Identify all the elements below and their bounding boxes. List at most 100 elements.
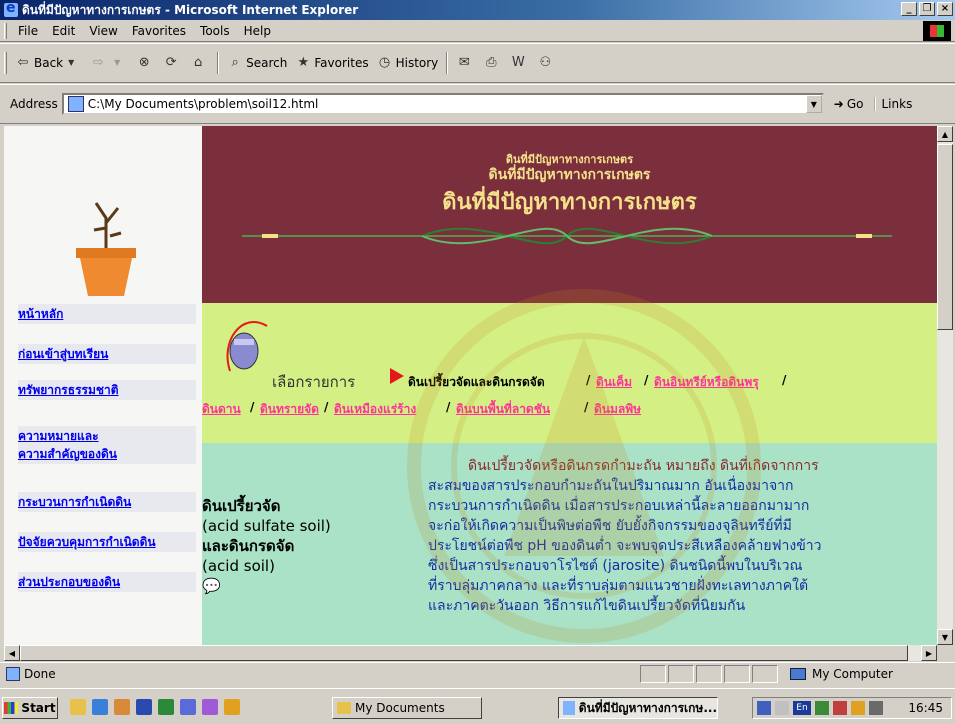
nav-before-lesson[interactable]: ก่อนเข้าสู่บทเรียน xyxy=(18,344,196,364)
tray-icon[interactable] xyxy=(851,701,865,715)
chevron-down-icon: ▼ xyxy=(68,58,75,67)
excel-icon[interactable] xyxy=(158,699,174,715)
topic-hardpan-soil[interactable]: ดินดาน xyxy=(202,400,241,419)
go-label: Go xyxy=(846,97,864,111)
stop-button[interactable]: ⊗ xyxy=(132,51,159,75)
menu-edit[interactable]: Edit xyxy=(45,24,82,38)
nav-natural-resources[interactable]: ทรัพยากรธรรมชาติ xyxy=(18,380,196,400)
history-icon: ◷ xyxy=(378,55,391,70)
task-ie-window[interactable]: ดินที่มีปัญหาทางการเกษ... xyxy=(558,697,718,719)
back-button[interactable]: ⇦ Back ▼ xyxy=(11,51,86,75)
windows-flag-icon xyxy=(4,702,19,714)
topic-separator: / xyxy=(446,400,451,414)
address-dropdown-icon[interactable]: ▼ xyxy=(805,95,822,113)
chevron-down-icon: ▼ xyxy=(114,58,121,67)
topic-slope-soil[interactable]: ดินบนพื้นที่ลาดชัน xyxy=(456,400,550,419)
topic-mine-soil[interactable]: ดินเหมืองแร่ร้าง xyxy=(334,400,416,419)
body-line: สะสมของสารประกอบกำมะถันในปริมาณมาก อันเน… xyxy=(428,478,794,494)
menu-help[interactable]: Help xyxy=(237,24,278,38)
tray-icon[interactable] xyxy=(833,701,847,715)
start-button[interactable]: Start xyxy=(2,697,58,719)
left-sidebar: หน้าหลัก ก่อนเข้าสู่บทเรียน ทรัพยากรธรรม… xyxy=(4,126,202,645)
ie-launch-icon[interactable] xyxy=(92,699,108,715)
scroll-up-icon[interactable]: ▲ xyxy=(937,126,953,142)
clock: 16:45 xyxy=(908,701,943,715)
outlook-icon[interactable] xyxy=(114,699,130,715)
topic-organic-soil[interactable]: ดินอินทรีย์หรือดินพรุ xyxy=(654,373,759,392)
links-button[interactable]: Links xyxy=(873,97,912,111)
home-button[interactable]: ⌂ xyxy=(186,51,213,75)
scroll-down-icon[interactable]: ▼ xyxy=(937,629,953,645)
title-bar: ดินที่มีปัญหาทางการเกษตร - Microsoft Int… xyxy=(0,0,955,20)
mail-button[interactable]: ✉ xyxy=(452,51,479,75)
go-arrow-icon: ➜ xyxy=(833,97,844,111)
language-indicator[interactable]: En xyxy=(793,701,811,715)
plant-pot-image xyxy=(76,202,136,296)
maximize-button[interactable]: ❐ xyxy=(919,2,935,16)
history-button[interactable]: ◷ History xyxy=(373,51,443,75)
close-button[interactable]: × xyxy=(937,2,953,16)
desktop-icon[interactable] xyxy=(70,699,86,715)
refresh-button[interactable]: ⟳ xyxy=(159,51,186,75)
volume-icon[interactable] xyxy=(775,701,789,715)
toolbar-separator xyxy=(217,52,220,74)
horizontal-scroll-thumb[interactable] xyxy=(20,645,908,661)
nav-soil-components[interactable]: ส่วนประกอบของดิน xyxy=(18,572,196,592)
tray-icon[interactable] xyxy=(815,701,829,715)
task-my-documents[interactable]: My Documents xyxy=(332,697,482,719)
scroll-left-icon[interactable]: ◀ xyxy=(4,645,20,661)
media-icon[interactable] xyxy=(224,699,240,715)
nav-soil-formation[interactable]: กระบวนการกำเนิดดิน xyxy=(18,492,196,512)
favorites-button[interactable]: ★ Favorites xyxy=(291,51,372,75)
edit-button[interactable]: W xyxy=(506,51,533,75)
tray-icon[interactable] xyxy=(869,701,883,715)
vertical-scroll-thumb[interactable] xyxy=(937,144,953,330)
messenger-icon: ⚇ xyxy=(539,55,552,70)
messenger-button[interactable]: ⚇ xyxy=(533,51,560,75)
topic-polluted-soil[interactable]: ดินมลพิษ xyxy=(594,400,641,419)
scroll-right-icon[interactable]: ▶ xyxy=(921,645,937,661)
menu-view[interactable]: View xyxy=(82,24,124,38)
ornament-divider xyxy=(242,227,892,245)
taskbar: Start My Documents ดินที่มีปัญหาทางการเก… xyxy=(0,688,955,724)
body-line: ซึ่งเป็นสารประกอบจาโรไซต์ (jarosite) ดิน… xyxy=(428,558,803,574)
go-button[interactable]: ➜ Go xyxy=(834,97,864,111)
status-done: Done xyxy=(24,666,56,681)
search-button[interactable]: ⌕ Search xyxy=(223,51,291,75)
minimize-button[interactable]: _ xyxy=(901,2,917,16)
tray-icon[interactable] xyxy=(757,701,771,715)
nav-meaning[interactable]: ความหมายและ xyxy=(18,426,196,446)
toolbar-separator xyxy=(446,52,449,74)
print-button[interactable]: ⎙ xyxy=(479,51,506,75)
current-topic: ดินเปรี้ยวจัดและดินกรดจัด xyxy=(408,375,545,389)
topic-sandy-soil[interactable]: ดินทรายจัด xyxy=(260,400,319,419)
topic-saline-soil[interactable]: ดินเค็ม xyxy=(596,373,632,392)
paint-icon[interactable] xyxy=(202,699,218,715)
word-icon[interactable] xyxy=(136,699,152,715)
vertical-scrollbar[interactable]: ▲ ▼ xyxy=(937,126,953,645)
soil-title-block: ดินเปรี้ยวจัด (acid sulfate soil) และดิน… xyxy=(202,496,331,596)
forward-button[interactable]: ⇨ ▼ xyxy=(86,51,132,75)
play-arrow-icon xyxy=(390,368,404,384)
menu-file[interactable]: File xyxy=(11,24,45,38)
nav-home[interactable]: หน้าหลัก xyxy=(18,304,196,324)
speech-bubble-icon[interactable]: 💬 xyxy=(202,576,331,596)
menu-favorites[interactable]: Favorites xyxy=(125,24,193,38)
security-zone: My Computer xyxy=(790,665,893,683)
address-input[interactable]: C:\My Documents\problem\soil12.html ▼ xyxy=(61,93,824,115)
nav-formation-factors[interactable]: ปัจจัยควบคุมการกำเนิดดิน xyxy=(18,532,196,552)
menu-tools[interactable]: Tools xyxy=(193,24,237,38)
history-label: History xyxy=(395,56,439,70)
nav-importance[interactable]: ความสำคัญของดิน xyxy=(18,444,196,464)
horizontal-scrollbar[interactable]: ◀ ▶ xyxy=(4,645,937,661)
window-title: ดินที่มีปัญหาทางการเกษตร - Microsoft Int… xyxy=(22,2,359,17)
menubar-grip xyxy=(4,22,7,39)
browser-viewport[interactable]: หน้าหลัก ก่อนเข้าสู่บทเรียน ทรัพยากรธรรม… xyxy=(4,126,937,645)
back-label: Back xyxy=(34,56,64,70)
app-icon[interactable] xyxy=(180,699,196,715)
favorites-label: Favorites xyxy=(314,56,369,70)
start-label: Start xyxy=(21,701,56,715)
body-line: จะก่อให้เกิดความเป็นพิษต่อพืช ยับยั้งกิจ… xyxy=(428,518,792,534)
topic-separator: / xyxy=(782,373,787,387)
body-line: ดินเปรี้ยวจัดหรือดินกรดกำมะถัน หมายถึง ด… xyxy=(468,458,819,474)
